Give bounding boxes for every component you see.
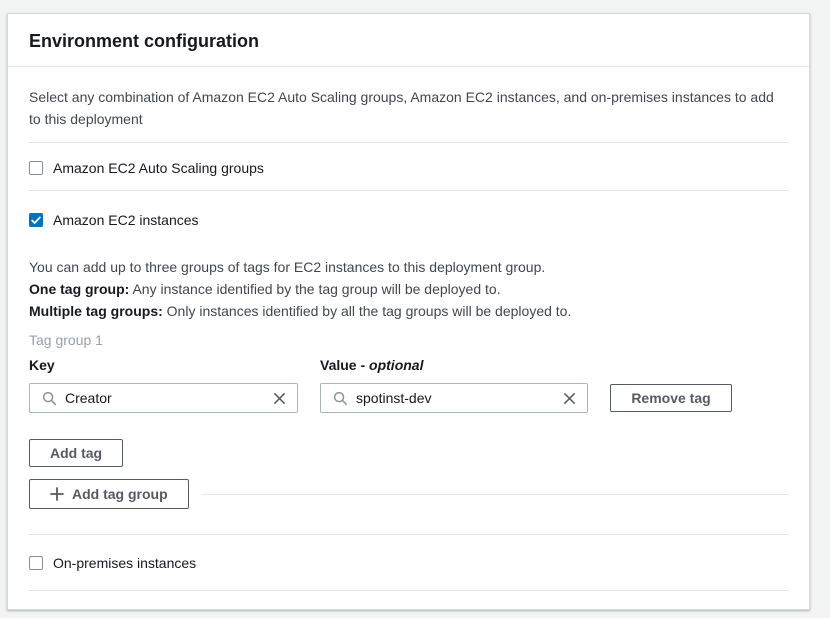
on-premises-label: On-premises instances xyxy=(53,555,196,571)
ec2-instances-checkbox[interactable] xyxy=(29,213,43,227)
auto-scaling-groups-label: Amazon EC2 Auto Scaling groups xyxy=(53,160,264,176)
divider xyxy=(29,534,789,535)
value-search-box xyxy=(320,383,588,413)
add-tag-group-button[interactable]: Add tag group xyxy=(29,479,189,509)
panel-description: Select any combination of Amazon EC2 Aut… xyxy=(29,86,777,130)
close-icon xyxy=(562,391,577,406)
tag-help-line-2-lead: One tag group: xyxy=(29,281,129,297)
tag-help-line-1: You can add up to three groups of tags f… xyxy=(29,256,789,278)
auto-scaling-groups-checkbox[interactable] xyxy=(29,161,43,175)
key-label: Key xyxy=(29,356,298,374)
remove-tag-button[interactable]: Remove tag xyxy=(610,384,732,412)
remove-tag-label-spacer xyxy=(610,356,732,374)
value-clear-button[interactable] xyxy=(562,391,577,406)
value-input[interactable] xyxy=(356,390,554,406)
tag-help-line-2: One tag group: Any instance identified b… xyxy=(29,278,789,300)
add-tag-button[interactable]: Add tag xyxy=(29,439,123,467)
divider xyxy=(29,190,789,191)
add-tag-group-row: Add tag group xyxy=(29,479,789,509)
key-clear-button[interactable] xyxy=(272,391,287,406)
tag-groups-help-text: You can add up to three groups of tags f… xyxy=(29,256,789,322)
close-icon xyxy=(272,391,287,406)
add-tag-group-label: Add tag group xyxy=(72,486,168,502)
key-input[interactable] xyxy=(65,390,264,406)
key-search-box xyxy=(29,383,298,413)
plus-icon xyxy=(50,487,64,501)
checkbox-row-ec2-instances: Amazon EC2 instances xyxy=(29,210,789,230)
panel-body: Select any combination of Amazon EC2 Aut… xyxy=(8,86,809,591)
panel-header: Environment configuration xyxy=(8,14,809,67)
divider xyxy=(202,494,789,495)
tag-help-line-3: Multiple tag groups: Only instances iden… xyxy=(29,300,789,322)
divider xyxy=(29,142,789,143)
search-icon xyxy=(333,391,348,406)
tag-field-labels-row: Key Value - optional xyxy=(29,356,789,374)
environment-configuration-panel: Environment configuration Select any com… xyxy=(7,13,810,610)
on-premises-checkbox[interactable] xyxy=(29,556,43,570)
ec2-instances-label: Amazon EC2 instances xyxy=(53,212,199,228)
value-optional-suffix: - optional xyxy=(360,357,423,373)
checkmark-icon xyxy=(30,214,42,226)
value-label: Value - optional xyxy=(320,356,588,374)
tag-help-line-3-lead: Multiple tag groups: xyxy=(29,303,163,319)
tag-help-line-2-text: Any instance identified by the tag group… xyxy=(132,281,500,297)
tag-group-title: Tag group 1 xyxy=(29,332,789,348)
search-icon xyxy=(42,391,57,406)
panel-title: Environment configuration xyxy=(29,31,789,51)
checkbox-row-on-premises: On-premises instances xyxy=(29,553,789,573)
tag-help-line-3-text: Only instances identified by all the tag… xyxy=(167,303,572,319)
tag-inputs-row: Remove tag xyxy=(29,383,789,413)
checkbox-row-auto-scaling-groups: Amazon EC2 Auto Scaling groups xyxy=(29,158,789,178)
divider xyxy=(29,590,789,591)
